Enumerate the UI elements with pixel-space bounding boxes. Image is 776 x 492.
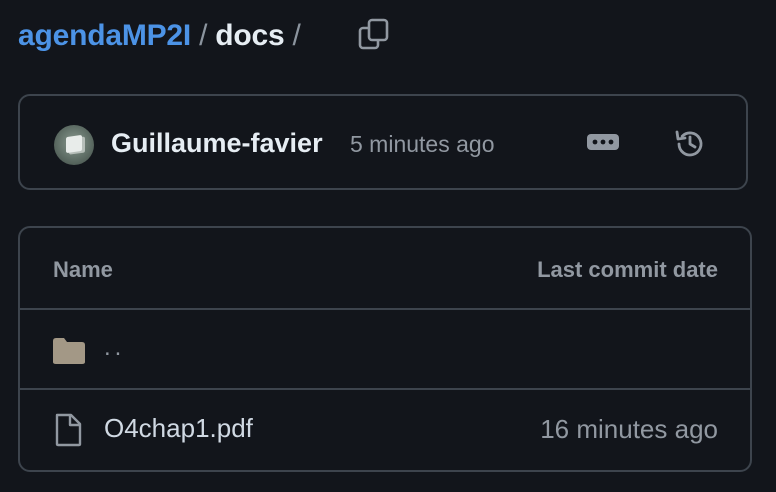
- kebab-horizontal-icon: [587, 134, 619, 150]
- file-icon: [55, 413, 82, 447]
- file-name-link[interactable]: O4chap1.pdf: [104, 413, 253, 444]
- file-last-commit-date: 16 minutes ago: [540, 414, 718, 444]
- breadcrumb-trailing-separator: /: [292, 19, 301, 52]
- latest-commit-bar: Guillaume-favier 5 minutes ago: [18, 94, 748, 190]
- breadcrumb-repo-link[interactable]: agendaMP2I: [18, 19, 191, 53]
- table-row[interactable]: O4chap1.pdf 16 minutes ago: [20, 390, 750, 470]
- parent-directory-row[interactable]: ..: [20, 310, 750, 390]
- avatar-image: [66, 134, 82, 154]
- breadcrumb-separator: /: [199, 19, 208, 52]
- copy-path-button[interactable]: [352, 12, 396, 56]
- column-header-last-commit-date: Last commit date: [537, 257, 718, 282]
- folder-icon: [53, 338, 85, 364]
- table-header: Name Last commit date: [20, 228, 750, 310]
- parent-directory-label: ..: [104, 334, 126, 361]
- commit-details-button[interactable]: [580, 122, 626, 162]
- commit-time: 5 minutes ago: [350, 131, 495, 157]
- avatar[interactable]: [54, 125, 94, 165]
- file-browser-page: agendaMP2I / docs / Guillaume-favier 5 m…: [0, 0, 776, 492]
- breadcrumb-current-directory: docs: [215, 19, 285, 52]
- copy-icon: [358, 18, 389, 50]
- history-button[interactable]: [668, 122, 712, 166]
- history-icon: [675, 130, 703, 157]
- column-header-name: Name: [53, 257, 113, 282]
- commit-author-link[interactable]: Guillaume-favier: [111, 128, 323, 159]
- breadcrumb: agendaMP2I / docs /: [18, 14, 301, 58]
- file-table: Name Last commit date .. O4chap1.pdf 16 …: [18, 226, 752, 472]
